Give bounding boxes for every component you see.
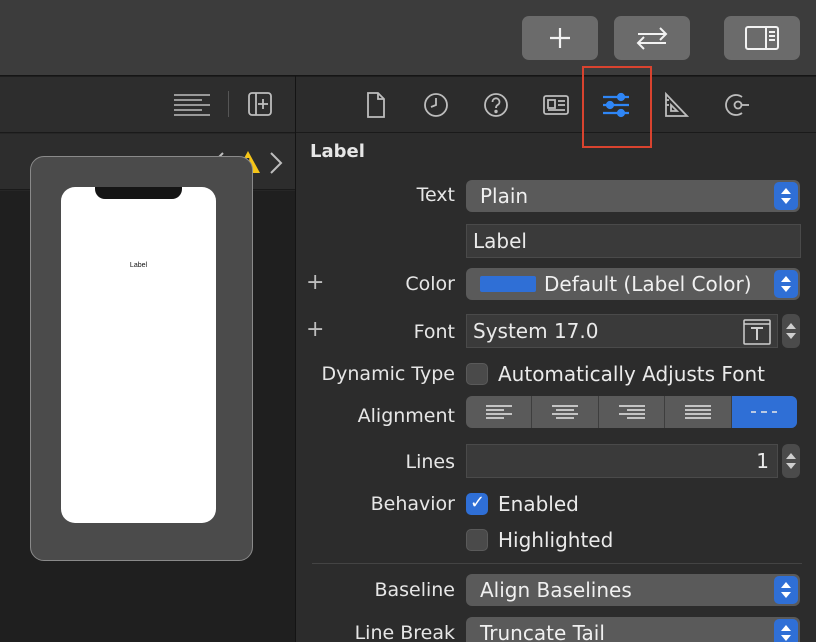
add-button[interactable]	[522, 16, 598, 60]
device-screen[interactable]: Label	[61, 187, 216, 523]
connections-icon	[725, 94, 749, 116]
selected-tab-highlight	[582, 66, 652, 148]
toggle-inspector-button[interactable]	[724, 16, 800, 60]
editor-jump-bar	[0, 77, 295, 133]
tab-connections-inspector[interactable]	[720, 89, 752, 121]
align-justified-icon	[684, 405, 711, 419]
sidebar-toggle-icon	[745, 26, 779, 50]
color-popup[interactable]: Default (Label Color)	[466, 268, 800, 300]
enabled-label: Enabled	[498, 492, 579, 516]
file-icon	[367, 92, 385, 118]
line-break-value: Truncate Tail	[480, 621, 605, 642]
dynamic-type-label: Dynamic Type	[321, 363, 455, 385]
add-color-variation-button[interactable]: +	[306, 270, 324, 295]
alignment-segmented-control	[466, 396, 797, 428]
section-separator	[312, 563, 802, 564]
enabled-checkbox[interactable]	[466, 492, 488, 515]
chevron-right-icon[interactable]	[268, 150, 284, 176]
lines-field[interactable]: 1	[466, 444, 778, 478]
tab-file-inspector[interactable]	[360, 89, 392, 121]
identity-card-icon	[543, 95, 569, 115]
align-right-button[interactable]	[599, 396, 666, 428]
behavior-label: Behavior	[370, 493, 455, 515]
baseline-value: Align Baselines	[480, 578, 632, 602]
adjust-editor-options-icon[interactable]	[172, 91, 212, 119]
highlighted-checkbox[interactable]	[466, 529, 488, 551]
align-natural-button[interactable]	[731, 396, 797, 428]
swap-arrows-icon	[636, 27, 668, 50]
baseline-popup[interactable]: Align Baselines	[466, 574, 800, 606]
font-field[interactable]: System 17.0	[466, 314, 778, 348]
font-size-stepper[interactable]	[782, 314, 800, 348]
popup-arrows-icon	[774, 270, 798, 298]
align-justified-button[interactable]	[665, 396, 732, 428]
add-editor-icon[interactable]	[246, 90, 274, 118]
lines-stepper[interactable]	[782, 444, 800, 478]
tab-identity-inspector[interactable]	[540, 89, 572, 121]
section-title: Label	[310, 141, 365, 162]
popup-arrows-icon	[774, 576, 798, 604]
align-left-button[interactable]	[466, 396, 533, 428]
align-center-icon	[552, 405, 579, 419]
font-value: System 17.0	[473, 319, 599, 343]
color-swatch	[480, 276, 536, 292]
tab-quick-help[interactable]	[480, 89, 512, 121]
line-break-label: Line Break	[354, 622, 455, 642]
text-type-value: Plain	[480, 184, 529, 208]
align-right-icon	[618, 405, 645, 419]
inspector-tab-bar	[296, 77, 816, 133]
inspector-pane	[296, 77, 816, 642]
add-font-variation-button[interactable]: +	[306, 317, 324, 342]
lines-value: 1	[756, 449, 769, 473]
text-type-popup[interactable]: Plain	[466, 180, 800, 212]
canvas-label-element[interactable]: Label	[61, 262, 216, 269]
auto-adjust-font-label: Automatically Adjusts Font	[498, 362, 765, 386]
window-toolbar	[0, 0, 816, 76]
toolbar-divider	[228, 91, 229, 117]
baseline-label: Baseline	[374, 579, 455, 601]
alignment-label: Alignment	[357, 405, 455, 427]
text-field[interactable]: Label	[466, 224, 801, 258]
tab-history-inspector[interactable]	[420, 89, 452, 121]
tab-size-inspector[interactable]	[660, 89, 692, 121]
align-natural-icon	[751, 411, 778, 413]
device-notch	[95, 187, 182, 199]
text-label: Text	[416, 184, 455, 206]
auto-adjust-font-checkbox[interactable]	[466, 363, 488, 385]
popup-arrows-icon	[774, 182, 798, 210]
highlighted-label: Highlighted	[498, 528, 614, 552]
font-label: Font	[413, 321, 455, 343]
popup-arrows-icon	[774, 619, 798, 642]
help-icon	[484, 93, 508, 117]
align-left-icon	[485, 405, 512, 419]
lines-label: Lines	[405, 451, 456, 473]
font-picker-icon[interactable]	[743, 319, 771, 345]
swap-editor-button[interactable]	[614, 16, 690, 60]
plus-icon	[550, 28, 570, 48]
color-value: Default (Label Color)	[544, 272, 752, 296]
ruler-icon	[665, 91, 690, 117]
clock-icon	[424, 93, 448, 117]
line-break-popup[interactable]: Truncate Tail	[466, 617, 800, 642]
color-label: Color	[405, 273, 455, 295]
align-center-button[interactable]	[532, 396, 599, 428]
